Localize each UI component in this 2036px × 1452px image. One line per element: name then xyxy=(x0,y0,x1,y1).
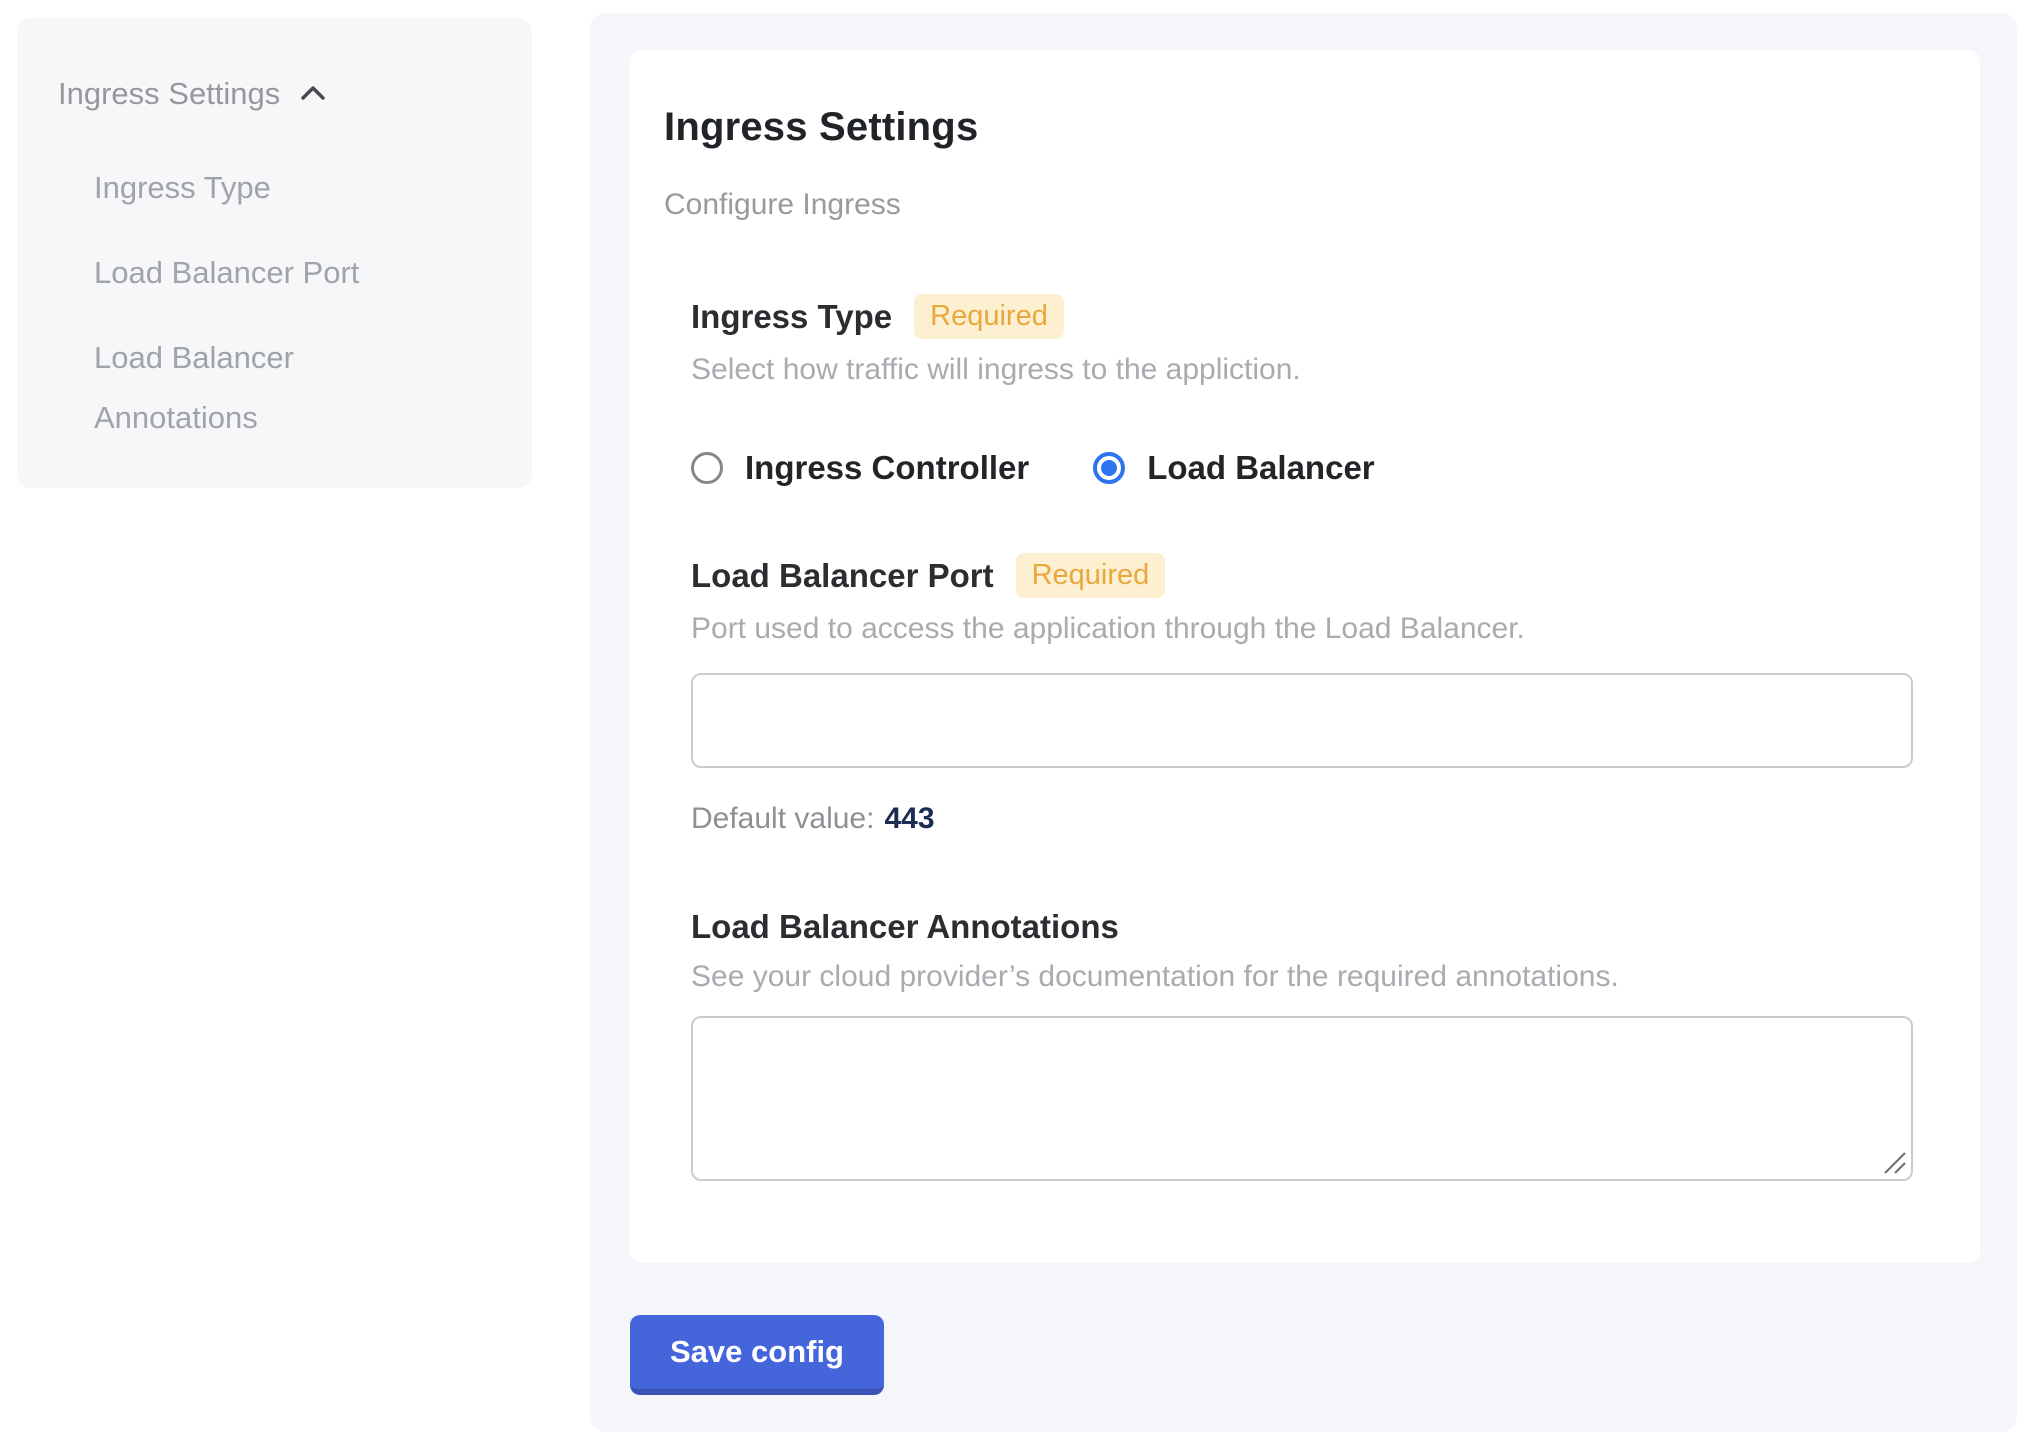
ingress-type-radio-group: Ingress Controller Load Balancer xyxy=(691,449,1920,487)
radio-circle-icon xyxy=(691,452,723,484)
sidebar-item-load-balancer-port[interactable]: Load Balancer Port xyxy=(94,243,424,303)
form-sections: Ingress Type Required Select how traffic… xyxy=(691,294,1920,1181)
sidebar-group-label: Ingress Settings xyxy=(58,76,280,112)
load-balancer-port-input[interactable] xyxy=(691,673,1913,768)
page-title: Ingress Settings xyxy=(664,105,1920,150)
section-title: Ingress Type xyxy=(691,298,892,336)
sidebar-item-ingress-type[interactable]: Ingress Type xyxy=(94,158,424,218)
sidebar-item-load-balancer-annotations[interactable]: Load Balancer Annotations xyxy=(94,328,424,448)
required-badge: Required xyxy=(1016,553,1166,598)
settings-sidebar: Ingress Settings Ingress Type Load Balan… xyxy=(17,18,532,488)
sidebar-group-ingress-settings[interactable]: Ingress Settings xyxy=(58,76,492,112)
section-description: Select how traffic will ingress to the a… xyxy=(691,353,1920,387)
section-load-balancer-annotations: Load Balancer Annotations See your cloud… xyxy=(691,908,1920,1181)
ingress-settings-card: Ingress Settings Configure Ingress Ingre… xyxy=(630,50,1980,1263)
required-badge: Required xyxy=(914,294,1064,339)
section-description: Port used to access the application thro… xyxy=(691,612,1920,646)
default-value-label: Default value: xyxy=(691,802,874,835)
default-value: 443 xyxy=(884,802,934,835)
section-load-balancer-port: Load Balancer Port Required Port used to… xyxy=(691,553,1920,836)
radio-circle-icon xyxy=(1093,452,1125,484)
section-title: Load Balancer Port xyxy=(691,557,994,595)
radio-load-balancer[interactable]: Load Balancer xyxy=(1093,449,1374,487)
page-subtitle: Configure Ingress xyxy=(664,188,1920,222)
load-balancer-annotations-textarea[interactable] xyxy=(691,1016,1913,1181)
default-value-row: Default value: 443 xyxy=(691,802,1920,836)
main-panel: Ingress Settings Configure Ingress Ingre… xyxy=(590,13,2017,1432)
save-config-button[interactable]: Save config xyxy=(630,1315,884,1395)
resize-handle-icon[interactable] xyxy=(1881,1149,1907,1175)
section-ingress-type: Ingress Type Required Select how traffic… xyxy=(691,294,1920,487)
radio-label: Load Balancer xyxy=(1147,449,1374,487)
radio-ingress-controller[interactable]: Ingress Controller xyxy=(691,449,1029,487)
section-title: Load Balancer Annotations xyxy=(691,908,1119,946)
section-description: See your cloud provider’s documentation … xyxy=(691,960,1920,994)
radio-label: Ingress Controller xyxy=(745,449,1029,487)
chevron-up-icon[interactable] xyxy=(296,77,330,111)
sidebar-item-list: Ingress Type Load Balancer Port Load Bal… xyxy=(94,158,492,448)
